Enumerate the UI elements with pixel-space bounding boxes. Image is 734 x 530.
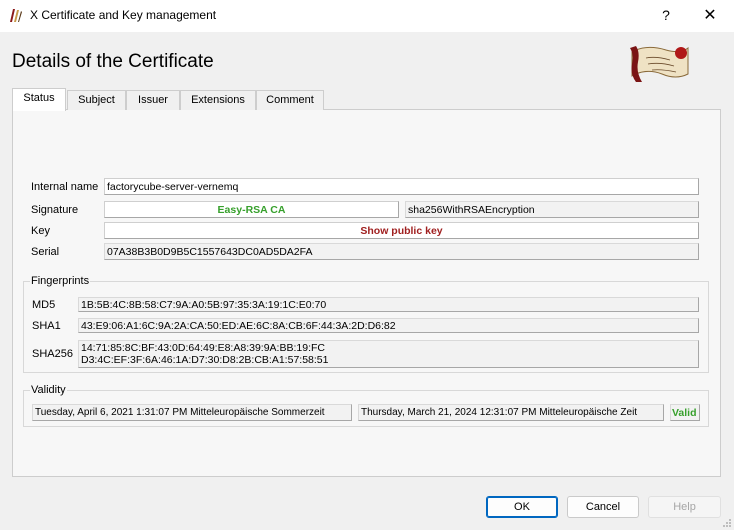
help-icon[interactable]: ? [652, 0, 680, 32]
close-icon[interactable]: ✕ [690, 0, 730, 32]
tab-subject[interactable]: Subject [67, 90, 126, 110]
not-before-field: Tuesday, April 6, 2021 1:31:07 PM Mittel… [32, 404, 352, 421]
title-bar: X Certificate and Key management ? ✕ [0, 0, 734, 32]
serial-label: Serial [31, 246, 60, 258]
key-label: Key [31, 225, 50, 237]
md5-label: MD5 [32, 299, 56, 311]
app-icon [10, 9, 22, 22]
help-button[interactable]: Help [648, 496, 721, 518]
resize-grip-icon[interactable] [722, 518, 732, 528]
sha1-label: SHA1 [32, 320, 61, 332]
serial-field: 07A38B3B0D9B5C1557643DC0AD5DA2FA [104, 243, 699, 260]
sha256-line-2: D3:4C:EF:3F:6A:46:1A:D7:30:D8:2B:CB:A1:5… [81, 354, 329, 366]
tab-status[interactable]: Status [12, 88, 66, 111]
page-title: Details of the Certificate [12, 51, 214, 72]
signature-label: Signature [31, 204, 79, 216]
sha1-field: 43:E9:06:A1:6C:9A:2A:CA:50:ED:AE:6C:8A:C… [78, 318, 699, 333]
internal-name-field[interactable]: factorycube-server-vernemq [104, 178, 699, 195]
cancel-button[interactable]: Cancel [567, 496, 639, 518]
show-public-key-link[interactable]: Show public key [104, 222, 699, 239]
tab-extensions[interactable]: Extensions [180, 90, 256, 110]
sha256-line-1: 14:71:85:8C:BF:43:0D:64:49:E8:A8:39:9A:B… [81, 342, 325, 354]
md5-field: 1B:5B:4C:8B:58:C7:9A:A0:5B:97:35:3A:19:1… [78, 297, 699, 312]
internal-name-label: Internal name [31, 181, 99, 193]
sha256-label: SHA256 [32, 348, 73, 360]
not-after-field: Thursday, March 21, 2024 12:31:07 PM Mit… [358, 404, 664, 421]
xca-logo-icon [630, 46, 689, 82]
tab-comment[interactable]: Comment [256, 90, 324, 110]
tab-issuer[interactable]: Issuer [126, 90, 180, 110]
window-title: X Certificate and Key management [30, 8, 217, 22]
signature-algorithm-field: sha256WithRSAEncryption [405, 201, 699, 218]
signature-issuer-link[interactable]: Easy-RSA CA [104, 201, 399, 218]
fingerprints-title: Fingerprints [30, 275, 91, 287]
validity-title: Validity [30, 384, 67, 396]
sha256-field: 14:71:85:8C:BF:43:0D:64:49:E8:A8:39:9A:B… [78, 340, 699, 368]
ok-button[interactable]: OK [486, 496, 558, 518]
validity-status-badge: Valid [670, 404, 700, 421]
